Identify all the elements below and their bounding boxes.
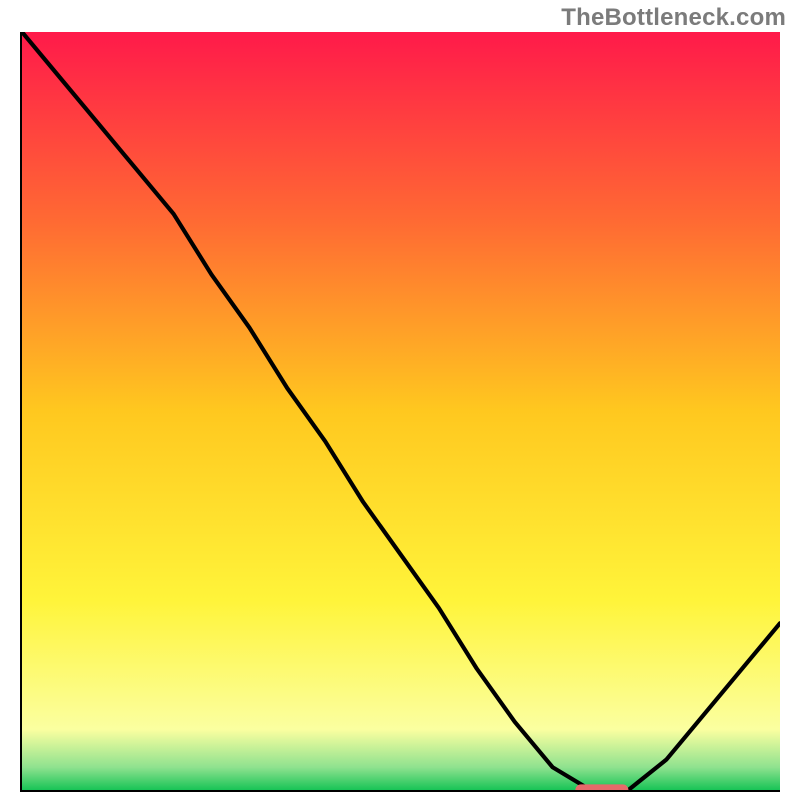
background-gradient [22, 32, 780, 790]
watermark-text: TheBottleneck.com [561, 4, 786, 32]
plot-area [20, 32, 780, 792]
chart-stage: TheBottleneck.com [0, 0, 800, 800]
